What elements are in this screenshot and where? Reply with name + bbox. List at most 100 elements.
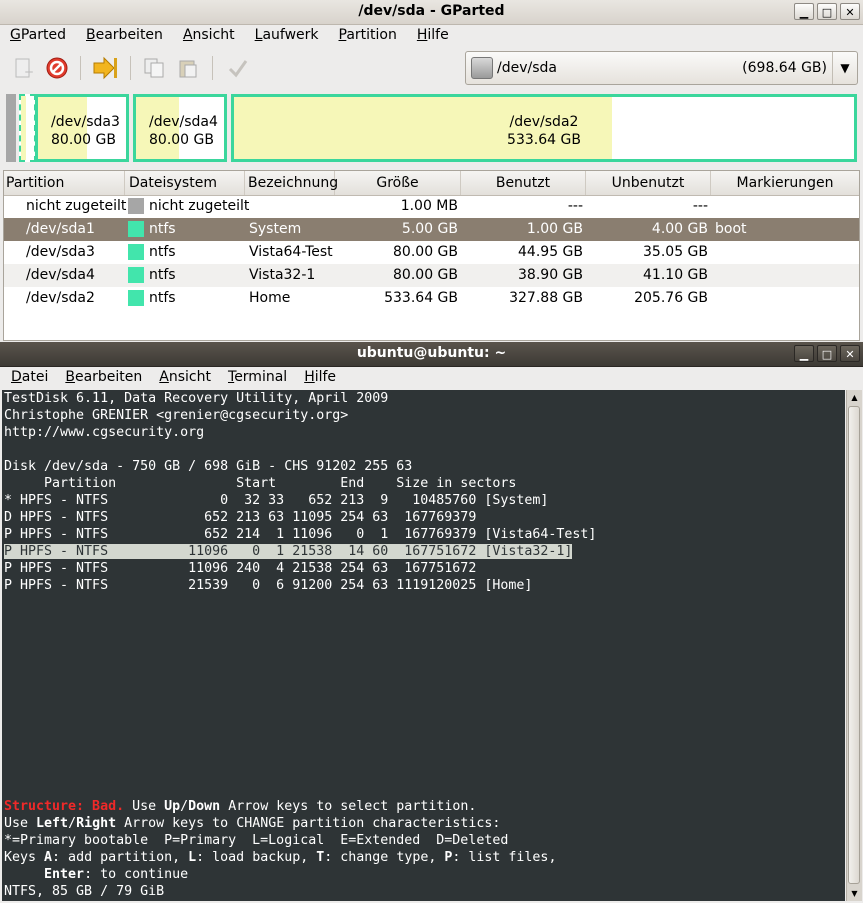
resize-move-button[interactable] (92, 55, 118, 81)
scrollbar-thumb[interactable] (848, 406, 860, 884)
device-name: /dev/sda (497, 60, 557, 76)
table-cell-partition: /dev/sda3 (26, 244, 95, 260)
menu-hilfe[interactable]: Hilfe (407, 24, 459, 48)
table-cell-used: 44.95 GB (518, 244, 583, 260)
delete-partition-button[interactable] (44, 55, 70, 81)
menu-terminal[interactable]: Terminal (217, 366, 293, 390)
device-selector[interactable]: /dev/sda (698.64 GB) ▼ (465, 51, 858, 85)
column-header-benutzt[interactable]: Benutzt (461, 171, 586, 195)
menu-bearbeiten[interactable]: Bearbeiten (76, 24, 173, 48)
help-text: : to continue (84, 867, 189, 882)
partition-block-sda1[interactable] (19, 94, 36, 162)
terminal-window-title: ubuntu@ubuntu: ~ (356, 345, 507, 361)
table-cell-unused: --- (692, 198, 708, 214)
gparted-titlebar[interactable]: /dev/sda - GParted ▁ □ ✕ (0, 0, 863, 25)
partition-block-size: 80.00 GB (51, 132, 116, 148)
maximize-button[interactable]: □ (817, 3, 837, 20)
svg-text:+: + (24, 65, 34, 79)
column-header-dateisystem[interactable]: Dateisystem (125, 171, 245, 195)
help-text: : change type, (324, 850, 445, 865)
partition-block-size: 533.64 GB (507, 132, 581, 148)
partition-usage-fill (21, 96, 27, 160)
terminal-output[interactable]: TestDisk 6.11, Data Recovery Utility, Ap… (2, 390, 845, 901)
help-text: Keys (4, 850, 45, 865)
filesystem-color-swatch (128, 267, 144, 283)
minimize-button[interactable]: ▁ (794, 3, 814, 20)
column-header-bezeichnung[interactable]: Bezeichnung (245, 171, 338, 195)
column-header-partition[interactable]: Partition (4, 171, 125, 195)
terminal-menubar: Datei Bearbeiten Ansicht Terminal Hilfe (0, 366, 342, 390)
partition-block-sda2[interactable]: /dev/sda2 533.64 GB (231, 94, 857, 162)
partition-block-unallocated[interactable] (6, 94, 16, 162)
menu-hilfe[interactable]: Hilfe (293, 366, 342, 390)
table-row[interactable]: nicht zugeteilt nicht zugeteilt 1.00 MB ---… (4, 195, 859, 218)
maximize-icon: □ (821, 348, 833, 361)
terminal-line: D HPFS - NTFS 652 213 63 11095 254 63 16… (4, 510, 477, 525)
paste-button[interactable] (175, 55, 201, 81)
column-header-markierungen[interactable]: Markierungen (711, 171, 859, 195)
help-text: / (180, 799, 189, 814)
partition-block-sda3[interactable]: /dev/sda3 80.00 GB (35, 94, 129, 162)
filesystem-color-swatch (128, 198, 144, 214)
scroll-up-icon[interactable]: ▲ (847, 390, 862, 405)
help-text: Arrow keys to CHANGE partition character… (116, 816, 501, 831)
new-partition-button[interactable]: + (10, 55, 36, 81)
table-cell-fs: ntfs (149, 267, 176, 283)
menu-bearbeiten[interactable]: Bearbeiten (54, 366, 148, 390)
help-text (4, 867, 44, 882)
table-cell-label: Vista64-Test (249, 244, 333, 260)
table-cell-flags (715, 241, 855, 264)
help-text: Use (4, 816, 37, 831)
partition-block-sda4[interactable]: /dev/sda4 80.00 GB (133, 94, 227, 162)
resize-move-icon (93, 56, 117, 80)
help-line-5: Enter: to continue (4, 866, 188, 883)
help-text: Use (124, 799, 165, 814)
copy-button[interactable] (141, 55, 167, 81)
terminal-line: Christophe GRENIER <grenier@cgsecurity.o… (4, 408, 349, 423)
terminal-line: * HPFS - NTFS 0 32 33 652 213 9 10485760… (4, 493, 549, 508)
terminal-titlebar[interactable]: ubuntu@ubuntu: ~ ▁ □ ✕ (0, 342, 863, 367)
close-button[interactable]: ✕ (840, 345, 860, 362)
scroll-down-icon[interactable]: ▼ (847, 886, 862, 901)
partition-table: Partition Dateisystem Bezeichnung Größe … (3, 170, 860, 341)
table-row[interactable]: /dev/sda2 ntfs Home 533.64 GB 327.88 GB 205.7… (4, 287, 859, 310)
copy-icon (144, 58, 164, 78)
partition-map: /dev/sda3 80.00 GB /dev/sda4 80.00 GB /d… (4, 92, 859, 164)
menu-ansicht[interactable]: Ansicht (173, 24, 245, 48)
gparted-window: /dev/sda - GParted ▁ □ ✕ GParted Bearbei… (0, 0, 863, 342)
maximize-icon: □ (821, 6, 833, 19)
terminal-line: http://www.cgsecurity.org (4, 425, 205, 440)
help-text: / (68, 816, 77, 831)
table-cell-partition: nicht zugeteilt (26, 198, 127, 214)
apply-button[interactable] (225, 55, 251, 81)
table-cell-used: --- (567, 198, 583, 214)
menu-gparted[interactable]: GParted (0, 24, 76, 48)
menu-datei[interactable]: Datei (0, 366, 54, 390)
table-row[interactable]: /dev/sda4 ntfs Vista32-1 80.00 GB 38.90 GB 41… (4, 264, 859, 287)
menu-laufwerk[interactable]: Laufwerk (245, 24, 329, 48)
table-cell-fs: ntfs (149, 290, 176, 306)
status-line: NTFS, 85 GB / 79 GiB (4, 884, 165, 899)
key-right: Right (76, 816, 117, 831)
terminal-scrollbar[interactable]: ▲ ▼ (846, 390, 862, 901)
checkmark-icon (228, 60, 248, 78)
minimize-button[interactable]: ▁ (794, 345, 814, 362)
table-row[interactable]: /dev/sda1 ntfs System 5.00 GB 1.00 GB 4.00 GB… (4, 218, 859, 241)
filesystem-color-swatch (128, 244, 144, 260)
help-text: Arrow keys to select partition. (220, 799, 477, 814)
column-header-groesse[interactable]: Größe (335, 171, 461, 195)
column-header-unbenutzt[interactable]: Unbenutzt (586, 171, 711, 195)
minimize-icon: ▁ (799, 348, 809, 361)
close-button[interactable]: ✕ (840, 3, 860, 20)
selected-partition-line[interactable]: P HPFS - NTFS 11096 0 1 21538 14 60 1677… (4, 544, 573, 559)
table-cell-label: Vista32-1 (249, 267, 316, 283)
table-cell-size: 80.00 GB (393, 267, 458, 283)
close-icon: ✕ (845, 348, 855, 361)
help-text: : list files, (452, 850, 557, 865)
menu-ansicht[interactable]: Ansicht (148, 366, 217, 390)
gparted-menubar: GParted Bearbeiten Ansicht Laufwerk Part… (0, 24, 459, 48)
terminal-line: Partition Start End Size in sectors (4, 476, 517, 491)
maximize-button[interactable]: □ (817, 345, 837, 362)
table-row[interactable]: /dev/sda3 ntfs Vista64-Test 80.00 GB 44.95 G… (4, 241, 859, 264)
menu-partition[interactable]: Partition (329, 24, 407, 48)
